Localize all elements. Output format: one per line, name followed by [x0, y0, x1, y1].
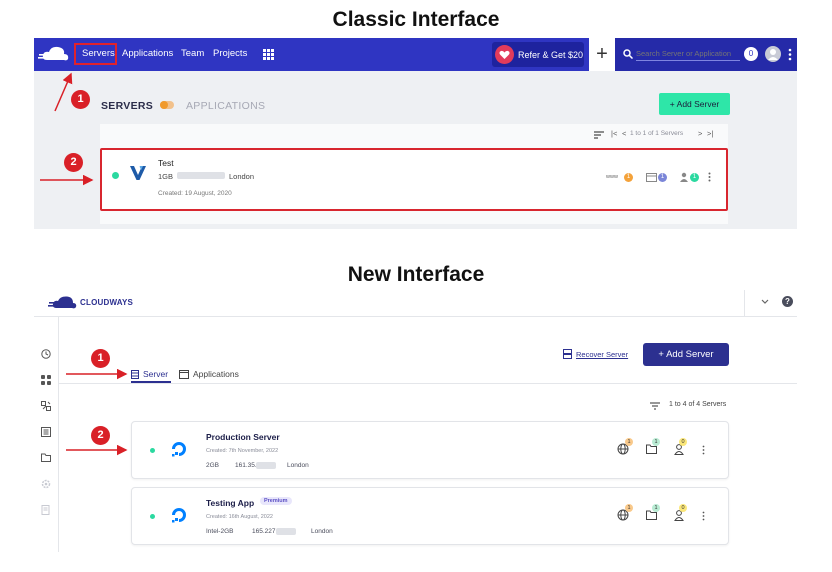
new-sidebar — [34, 316, 59, 552]
recover-server-icon[interactable] — [563, 349, 572, 359]
server-ip: 165.227. — [252, 528, 278, 535]
user-count-badge: 0 — [679, 504, 687, 512]
premium-badge: Premium — [260, 497, 292, 505]
status-dot — [150, 448, 155, 453]
digitalocean-logo-icon — [170, 506, 188, 524]
server-location: London — [311, 528, 333, 535]
server-count: 1 to 4 of 4 Servers — [669, 401, 727, 408]
user-count-badge: 0 — [679, 438, 687, 446]
list-icon[interactable] — [41, 427, 51, 437]
server-name[interactable]: Production Server — [206, 432, 280, 442]
help-icon[interactable]: ? — [782, 296, 793, 307]
add-server-button[interactable]: + Add Server — [643, 343, 729, 366]
annotation-marker-1: 1 — [91, 349, 110, 368]
settings-icon[interactable] — [41, 479, 51, 489]
brand-name: CLOUDWAYS — [80, 298, 134, 307]
server-ip: 161.35. — [235, 462, 257, 469]
server-created: Created: 7th November, 2022 — [206, 448, 279, 454]
dashboard-clock-icon[interactable] — [41, 349, 51, 359]
server-name[interactable]: Testing App — [206, 498, 254, 508]
server-size: 2GB — [206, 462, 220, 469]
tab-server[interactable]: Server — [131, 368, 171, 383]
server-icon — [131, 370, 139, 379]
folder-icon[interactable] — [41, 453, 51, 462]
transfer-icon[interactable] — [41, 401, 51, 411]
chevron-down-icon[interactable] — [761, 299, 769, 305]
new-topbar: CLOUDWAYS ? — [34, 290, 797, 316]
digitalocean-logo-icon — [170, 440, 188, 458]
server-card-testing-app[interactable]: Testing App Premium Created: 16th August… — [131, 487, 729, 545]
server-created: Created: 16th August, 2022 — [206, 514, 273, 520]
topbar-border — [34, 316, 797, 317]
tab-applications-label: Applications — [193, 369, 239, 379]
cloudways-logo-icon[interactable] — [48, 294, 78, 311]
status-dot — [150, 514, 155, 519]
app-count-badge: 1 — [625, 504, 633, 512]
tab-server-label: Server — [143, 369, 169, 379]
recover-server-link[interactable]: Recover Server — [576, 350, 628, 359]
document-lock-icon[interactable] — [41, 505, 51, 515]
window-icon — [179, 370, 189, 379]
server-location: London — [287, 462, 309, 469]
blurred-ip — [276, 528, 296, 535]
more-vertical-icon[interactable] — [702, 511, 705, 521]
app-count-badge: 1 — [625, 438, 633, 446]
annotation-marker-2: 2 — [91, 426, 110, 445]
tab-applications[interactable]: Applications — [179, 368, 249, 383]
folder-count-badge: 1 — [652, 438, 660, 446]
server-size: Intel-2GB — [206, 528, 234, 535]
more-vertical-icon[interactable] — [702, 445, 705, 455]
server-card-production[interactable]: Production Server Created: 7th November,… — [131, 421, 729, 479]
tabs-border — [59, 383, 797, 384]
filter-icon[interactable] — [650, 402, 660, 410]
folder-count-badge: 1 — [652, 504, 660, 512]
topbar-divider — [744, 290, 745, 316]
blurred-ip — [256, 462, 276, 469]
apps-grid-icon[interactable] — [41, 375, 51, 385]
